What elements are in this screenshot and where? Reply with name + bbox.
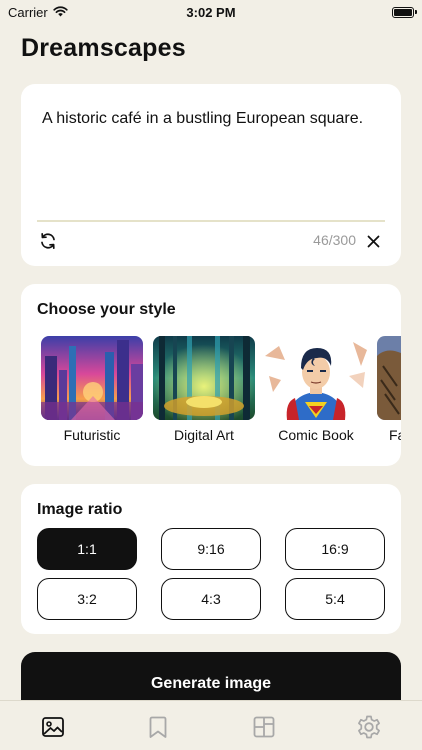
close-icon	[367, 235, 379, 247]
tab-settings[interactable]	[349, 713, 389, 741]
page-title: Dreamscapes	[21, 34, 186, 62]
style-carousel[interactable]: Futuristic Digital Art Comic Book F	[41, 336, 401, 443]
style-label: Fa	[389, 427, 401, 443]
status-bar: Carrier 3:02 PM	[0, 0, 422, 24]
tab-bar	[0, 700, 422, 750]
ratio-section-title: Image ratio	[37, 501, 123, 518]
gallery-icon	[253, 716, 275, 738]
ratio-option-4-3[interactable]: 4:3	[161, 578, 261, 620]
tab-gallery[interactable]	[244, 713, 284, 741]
ratio-grid: 1:1 9:16 16:9 3:2 4:3 5:4	[37, 528, 385, 620]
prompt-card: A historic café in a bustling European s…	[21, 84, 401, 266]
style-section-title: Choose your style	[37, 301, 176, 318]
style-option-comic-book[interactable]: Comic Book	[265, 336, 367, 443]
bookmark-icon	[149, 716, 167, 738]
ratio-option-3-2[interactable]: 3:2	[37, 578, 137, 620]
ratio-option-16-9[interactable]: 16:9	[285, 528, 385, 570]
battery-icon	[392, 6, 417, 18]
gear-icon	[358, 715, 381, 739]
style-option-digital-art[interactable]: Digital Art	[153, 336, 255, 443]
clear-button[interactable]	[363, 231, 383, 251]
digital-art-thumbnail	[153, 336, 255, 420]
style-card: Choose your style Futuristic Digital Art…	[21, 284, 401, 466]
generate-label: Generate image	[150, 675, 272, 692]
prompt-divider	[37, 220, 385, 222]
futuristic-thumbnail	[41, 336, 143, 420]
style-label: Comic Book	[278, 427, 354, 443]
style-option-partial[interactable]: Fa	[377, 336, 401, 443]
ratio-option-1-1[interactable]: 1:1	[37, 528, 137, 570]
prompt-input[interactable]: A historic café in a bustling European s…	[42, 108, 372, 129]
refresh-icon	[41, 232, 55, 250]
carrier-label: Carrier	[8, 4, 48, 20]
tab-create[interactable]	[33, 713, 73, 741]
comic-book-thumbnail	[265, 336, 367, 420]
style-option-futuristic[interactable]: Futuristic	[41, 336, 143, 443]
status-left: Carrier	[8, 5, 68, 20]
style-label: Futuristic	[63, 427, 121, 443]
wifi-icon	[53, 5, 68, 20]
refresh-button[interactable]	[37, 230, 59, 252]
tab-saved[interactable]	[138, 713, 178, 741]
ratio-option-9-16[interactable]: 9:16	[161, 528, 261, 570]
image-icon	[41, 717, 64, 737]
style-label: Digital Art	[174, 427, 234, 443]
ratio-card: Image ratio 1:1 9:16 16:9 3:2 4:3 5:4	[21, 484, 401, 634]
character-count: 46/300	[313, 232, 356, 248]
ratio-option-5-4[interactable]: 5:4	[285, 578, 385, 620]
partial-style-thumbnail	[377, 336, 401, 420]
